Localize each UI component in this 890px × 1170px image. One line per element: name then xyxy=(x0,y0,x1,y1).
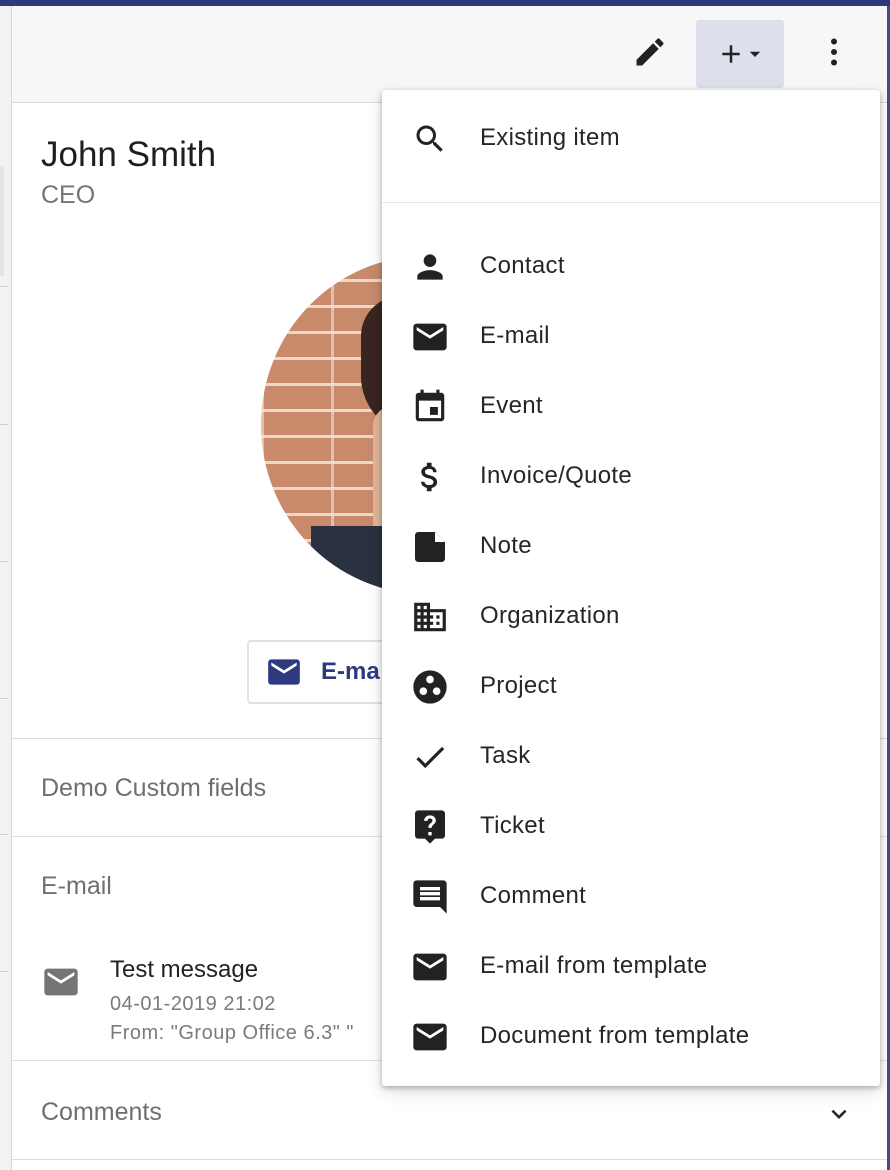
divider xyxy=(0,561,8,562)
menu-item-event[interactable]: Event xyxy=(382,372,880,442)
edit-button[interactable] xyxy=(618,20,682,84)
menu-item-label: Task xyxy=(480,742,531,769)
menu-item-label: Contact xyxy=(480,252,565,279)
note-icon xyxy=(410,527,450,567)
left-list-edge xyxy=(0,6,12,1170)
menu-item-email[interactable]: E-mail xyxy=(382,302,880,372)
menu-divider xyxy=(382,202,880,203)
contact-role: CEO xyxy=(41,181,96,209)
pencil-icon xyxy=(632,34,668,70)
mail-icon xyxy=(410,1017,450,1057)
more-vertical-icon xyxy=(816,34,852,70)
email-date: 04-01-2019 21:02 xyxy=(110,993,276,1015)
menu-item-contact[interactable]: Contact xyxy=(382,232,880,302)
menu-item-email-template[interactable]: E-mail from template xyxy=(382,932,880,1002)
menu-item-label: Ticket xyxy=(480,812,545,839)
chevron-down-icon[interactable] xyxy=(824,1099,854,1129)
menu-item-label: E-mail xyxy=(480,322,550,349)
menu-item-label: Project xyxy=(480,672,557,699)
mail-icon xyxy=(41,962,81,1002)
more-options-button[interactable] xyxy=(806,20,862,84)
menu-item-label: E-mail from template xyxy=(480,952,708,979)
section-title: Demo Custom fields xyxy=(41,774,267,802)
menu-item-label: Note xyxy=(480,532,532,559)
menu-item-comment[interactable]: Comment xyxy=(382,862,880,932)
mail-icon xyxy=(410,317,450,357)
section-title: Comments xyxy=(41,1098,162,1126)
menu-item-invoice[interactable]: Invoice/Quote xyxy=(382,442,880,512)
search-icon xyxy=(410,119,450,159)
detail-toolbar xyxy=(12,6,887,103)
email-button-label: E-ma xyxy=(321,658,380,685)
section-title: E-mail xyxy=(41,872,112,900)
mail-icon xyxy=(410,947,450,987)
plus-icon xyxy=(716,39,746,69)
divider xyxy=(0,698,8,699)
comment-icon xyxy=(410,877,450,917)
menu-item-task[interactable]: Task xyxy=(382,722,880,792)
divider xyxy=(0,286,8,287)
project-icon xyxy=(410,667,450,707)
menu-item-label: Organization xyxy=(480,602,620,629)
email-sender: From: "Group Office 6.3" " xyxy=(110,1022,355,1044)
menu-item-label: Invoice/Quote xyxy=(480,462,632,489)
menu-item-label: Comment xyxy=(480,882,587,909)
dollar-icon xyxy=(410,457,450,497)
caret-down-icon xyxy=(746,45,764,63)
menu-item-ticket[interactable]: Ticket xyxy=(382,792,880,862)
check-icon xyxy=(410,737,450,777)
divider xyxy=(0,971,8,972)
person-icon xyxy=(410,247,450,287)
add-button[interactable] xyxy=(696,20,784,88)
menu-item-document-template[interactable]: Document from template xyxy=(382,1002,880,1072)
menu-item-label: Document from template xyxy=(480,1022,750,1049)
divider xyxy=(0,834,8,835)
menu-item-note[interactable]: Note xyxy=(382,512,880,582)
menu-item-organization[interactable]: Organization xyxy=(382,582,880,652)
add-dropdown-menu: Existing item Contact E-mail Event Invoi… xyxy=(382,90,880,1086)
ticket-icon xyxy=(410,807,450,847)
email-subject[interactable]: Test message xyxy=(110,956,258,984)
menu-item-existing[interactable]: Existing item xyxy=(382,104,880,174)
divider xyxy=(0,424,8,425)
menu-item-label: Event xyxy=(480,392,543,419)
selected-row-marker xyxy=(0,166,4,276)
calendar-icon xyxy=(410,387,450,427)
contact-name: John Smith xyxy=(41,135,217,174)
menu-item-project[interactable]: Project xyxy=(382,652,880,722)
building-icon xyxy=(410,597,450,637)
mail-icon xyxy=(265,653,303,691)
menu-item-label: Existing item xyxy=(480,124,620,151)
